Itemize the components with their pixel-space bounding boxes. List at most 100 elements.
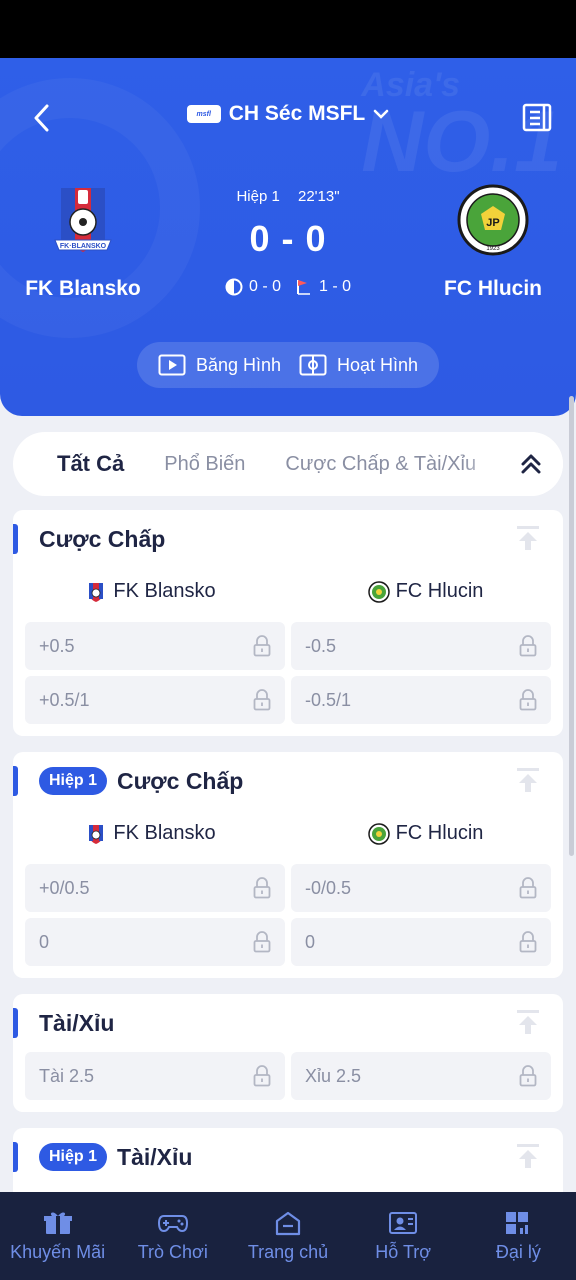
market-title: Tài/Xỉu (39, 1008, 114, 1038)
odds-cell[interactable]: -0/0.5 (291, 864, 551, 912)
odds-cell[interactable]: 0 (291, 918, 551, 966)
odds-cell[interactable]: -0.5/1 (291, 676, 551, 724)
animation-label: Hoạt Hình (336, 354, 419, 375)
pin-top-icon[interactable] (515, 766, 541, 794)
tab-popular[interactable]: Phổ Biến (164, 453, 245, 476)
video-label: Băng Hình (195, 354, 282, 375)
lock-icon (519, 635, 537, 657)
scrollbar[interactable] (569, 396, 574, 856)
home-column-header: FK Blansko (13, 822, 288, 845)
nav-support[interactable]: Hỗ Trợ (346, 1192, 461, 1280)
odds-cell[interactable]: +0.5 (25, 622, 285, 670)
home-team-label: FK Blansko (113, 822, 216, 844)
odds-row: Tài 2.5 Xỉu 2.5 (25, 1052, 551, 1100)
corner-flag-icon (297, 280, 310, 295)
market-title-text: Cược Chấp (117, 767, 244, 794)
market-title: Cược Chấp (39, 524, 165, 554)
play-icon (158, 354, 186, 376)
league-name: CH Séc MSFL (228, 102, 366, 125)
section-accent (13, 1142, 18, 1172)
home-column-header: FK Blansko (13, 580, 288, 603)
market-handicap: Cược Chấp FK Blansko FC Hlucin +0.5 -0.5… (13, 510, 563, 736)
lock-icon (519, 1065, 537, 1087)
tab-handicap-over-under[interactable]: Cược Chấp & Tài/Xỉu (285, 453, 476, 476)
tab-all[interactable]: Tất Cả (57, 451, 124, 477)
match-clock: 22'13" (297, 188, 340, 205)
media-switcher: Băng Hình Hoạt Hình (137, 342, 439, 388)
odds-value: Xỉu 2.5 (305, 1065, 362, 1086)
nav-label: Trang chủ (247, 1241, 329, 1262)
odds-value: -0.5 (305, 635, 337, 656)
match-time: Hiệp 1 22'13" (0, 188, 576, 205)
corners-stat: 1 - 0 (295, 278, 351, 296)
lock-icon (253, 1065, 271, 1087)
nav-games[interactable]: Trò Chơi (115, 1192, 230, 1280)
away-column-header: FC Hlucin (288, 822, 563, 845)
odds-cell[interactable]: 0 (25, 918, 285, 966)
first-half-badge: Hiệp 1 (39, 1143, 108, 1171)
pin-top-icon[interactable] (515, 524, 541, 552)
nav-label: Trò Chơi (137, 1241, 208, 1262)
lock-icon (519, 877, 537, 899)
video-button[interactable]: Băng Hình (158, 354, 281, 376)
odds-cell[interactable]: Tài 2.5 (25, 1052, 285, 1100)
nav-promotions[interactable]: Khuyến Mãi (0, 1192, 115, 1280)
odds-value: 0 (305, 931, 316, 952)
odds-value: Tài 2.5 (39, 1065, 95, 1086)
nav-label: Khuyến Mãi (10, 1241, 106, 1262)
double-chevron-up-icon (521, 454, 541, 474)
odds-row: 0 0 (25, 918, 551, 966)
animation-button[interactable]: Hoạt Hình (299, 354, 418, 376)
odds-row: +0.5 -0.5 (25, 622, 551, 670)
nav-home[interactable]: Trang chủ (230, 1192, 345, 1280)
team-header-row: FK Blansko FC Hlucin (13, 580, 563, 603)
league-logo: msfl (186, 105, 221, 123)
corners-score: 1 - 0 (319, 278, 352, 295)
fk-blansko-mini-crest-icon (89, 824, 104, 844)
status-bar (0, 0, 576, 58)
market-tabs: Tất Cả Phổ Biến Cược Chấp & Tài/Xỉu (13, 432, 563, 496)
pin-top-icon[interactable] (515, 1008, 541, 1036)
lock-icon (253, 877, 271, 899)
team-header-row: FK Blansko FC Hlucin (13, 822, 563, 845)
section-accent (13, 524, 18, 554)
odds-cell[interactable]: +0.5/1 (25, 676, 285, 724)
lock-icon (253, 931, 271, 953)
report-icon[interactable] (522, 102, 552, 134)
lock-icon (253, 635, 271, 657)
market-title: Hiệp 1 Tài/Xỉu (39, 1142, 192, 1172)
halftime-icon (225, 278, 243, 296)
fc-hlucin-mini-crest-icon (367, 822, 390, 845)
agent-icon (506, 1211, 529, 1234)
home-icon (275, 1211, 301, 1235)
section-accent (13, 1008, 18, 1038)
market-over-under: Tài/Xỉu Tài 2.5 Xỉu 2.5 (13, 994, 563, 1112)
nav-label: Đại lý (495, 1241, 541, 1262)
odds-cell[interactable]: Xỉu 2.5 (291, 1052, 551, 1100)
support-icon (389, 1211, 418, 1234)
fk-blansko-mini-crest-icon (89, 582, 104, 602)
league-selector[interactable]: msfl CH Séc MSFL (0, 102, 576, 126)
halftime-stat: 0 - 0 (225, 278, 281, 296)
odds-cell[interactable]: -0.5 (291, 622, 551, 670)
match-header: Asia's NO.1 msfl CH Séc MSFL FK·BLANSKO … (0, 58, 576, 416)
collapse-all-button[interactable] (499, 432, 563, 496)
period-label: Hiệp 1 (236, 188, 280, 205)
chevron-down-icon (374, 109, 389, 119)
nav-label: Hỗ Trợ (375, 1241, 432, 1262)
lock-icon (519, 689, 537, 711)
market-title-text: Cược Chấp (39, 525, 166, 552)
market-title: Hiệp 1 Cược Chấp (39, 766, 243, 796)
odds-row: +0/0.5 -0/0.5 (25, 864, 551, 912)
odds-value: -0.5/1 (305, 689, 352, 710)
match-stats: 0 - 0 1 - 0 (0, 278, 576, 296)
odds-cell[interactable]: +0/0.5 (25, 864, 285, 912)
bottom-navigation: Khuyến Mãi Trò Chơi Trang chủ Hỗ Trợ Đại… (0, 1192, 576, 1280)
away-column-header: FC Hlucin (288, 580, 563, 603)
halftime-score: 0 - 0 (248, 278, 281, 295)
pin-top-icon[interactable] (515, 1142, 541, 1170)
lock-icon (253, 689, 271, 711)
tabs-fade (463, 432, 503, 496)
nav-agent[interactable]: Đại lý (461, 1192, 576, 1280)
away-team-label: FC Hlucin (395, 580, 484, 602)
